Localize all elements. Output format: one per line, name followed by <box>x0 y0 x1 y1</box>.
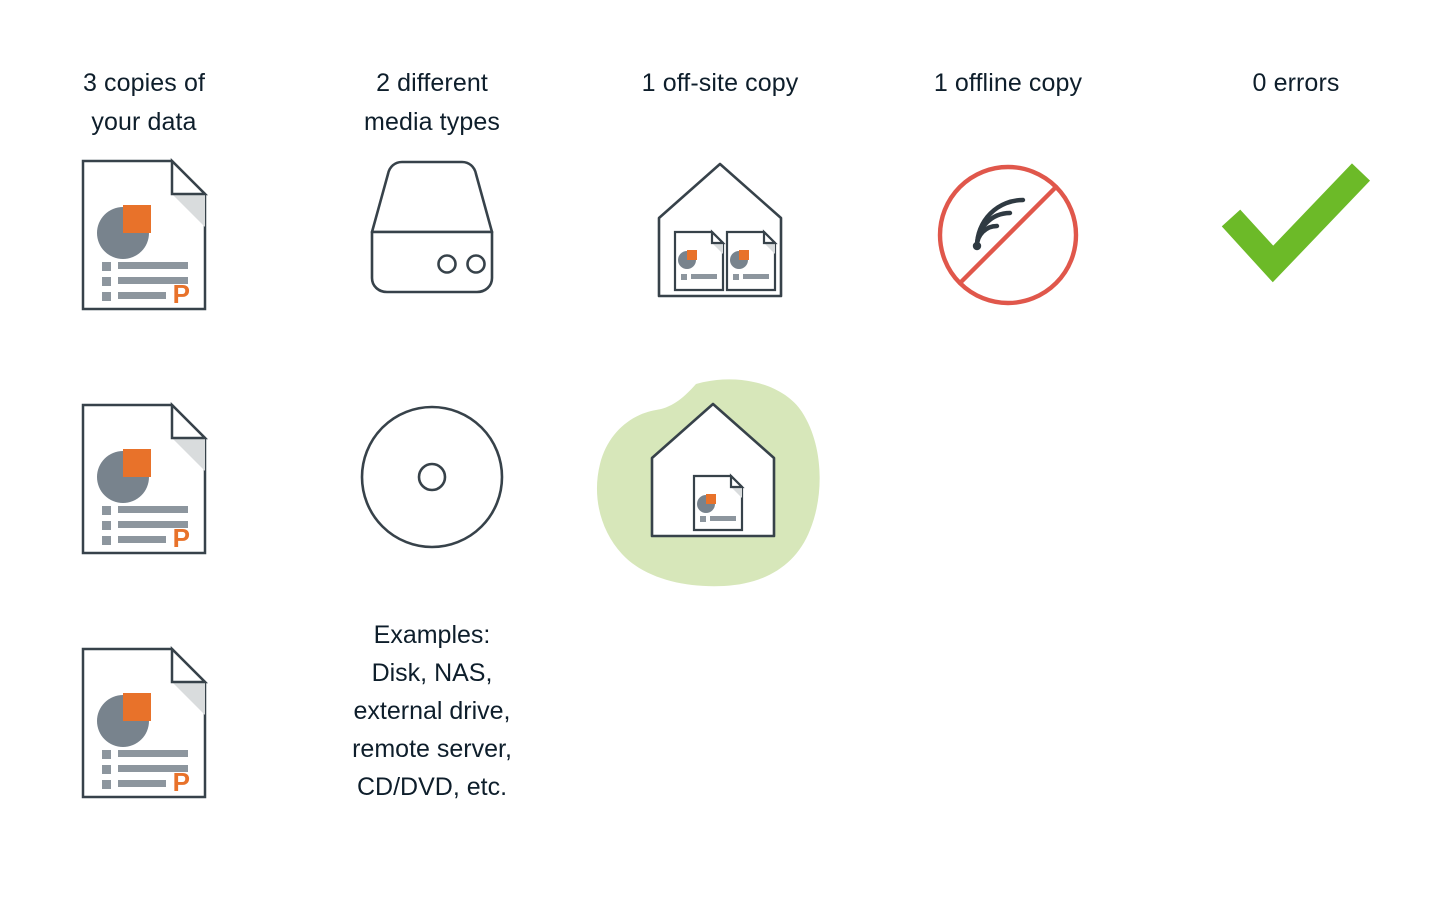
svg-text:P: P <box>173 523 190 553</box>
column-heading-offline: 1 offline copy <box>933 69 1083 97</box>
column-heading-media-types: 2 different media types <box>364 69 500 136</box>
document-icon: P <box>81 401 209 555</box>
column-heading-errors: 0 errors <box>1252 69 1340 97</box>
hard-drive-icon-slot <box>288 160 576 320</box>
column-errors: 0 errors <box>1152 0 1440 900</box>
green-checkmark-icon-slot <box>1152 160 1440 320</box>
svg-text:P: P <box>173 767 190 797</box>
hard-drive-icon <box>370 160 494 294</box>
column-copies: 3 copies of your data P P P <box>0 0 288 900</box>
house-two-documents-icon-slot <box>576 160 864 320</box>
svg-text:P: P <box>173 279 190 309</box>
column-media-types: 2 different media types Examples: Disk, … <box>288 0 576 900</box>
column-off-site: 1 off-site copy <box>576 0 864 900</box>
column-heading-copies: 3 copies of your data <box>82 69 205 136</box>
diagram-canvas: 3 copies of your data P P P 2 different … <box>0 0 1440 900</box>
no-wifi-icon <box>937 164 1079 306</box>
document-icon: P <box>81 645 209 799</box>
green-checkmark-icon <box>1221 163 1371 283</box>
house-two-documents-icon <box>657 162 783 298</box>
document-icon: P <box>81 157 209 311</box>
house-one-document-highlighted-icon-slot <box>588 378 852 594</box>
media-examples-caption: Examples: Disk, NAS, external drive, rem… <box>352 621 512 801</box>
house-one-document-highlighted-icon <box>596 379 820 587</box>
cd-disc-icon <box>360 405 504 549</box>
no-wifi-icon-slot <box>864 160 1152 320</box>
cd-disc-icon-slot <box>288 404 576 574</box>
document-icon-slot-3: P <box>0 645 288 808</box>
column-heading-off-site: 1 off-site copy <box>641 69 799 97</box>
document-icon-slot-2: P <box>0 401 288 574</box>
column-offline: 1 offline copy <box>864 0 1152 900</box>
document-icon-slot-1: P <box>0 157 288 320</box>
